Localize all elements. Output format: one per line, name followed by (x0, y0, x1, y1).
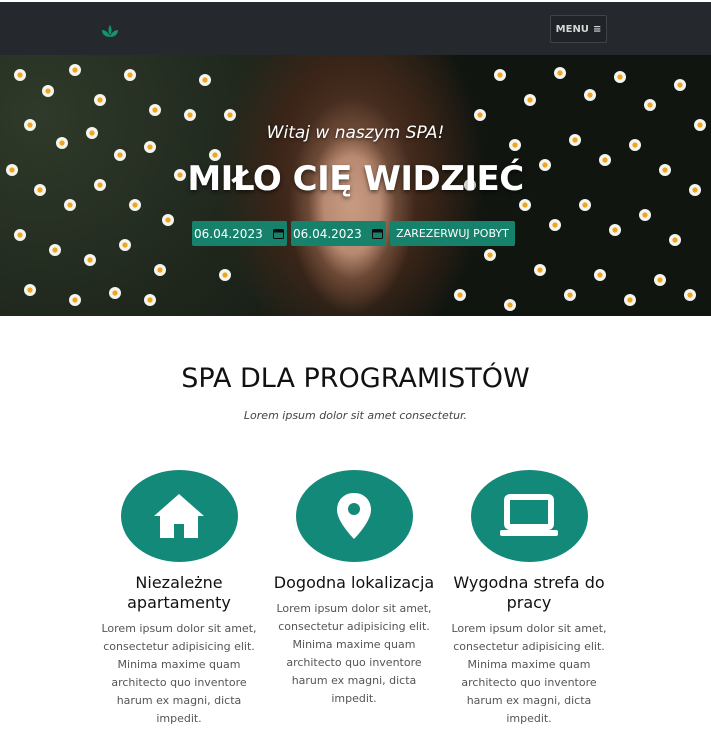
section-subtitle: Lorem ipsum dolor sit amet consectetur. (243, 409, 468, 422)
feature-text: Lorem ipsum dolor sit amet, consectetur … (101, 622, 257, 725)
feature-title: Wygodna strefa do pracy (453, 573, 605, 612)
date-to-input[interactable]: 06.04.2023 (291, 221, 386, 246)
feature-icon-circle (295, 470, 413, 562)
hero-welcome-text: Witaj w naszym SPA! (266, 123, 445, 143)
feature-icon-circle (470, 470, 588, 562)
leaf-logo-icon[interactable] (101, 24, 119, 38)
date-from-value: 06.04.2023 (194, 226, 263, 241)
book-stay-button[interactable]: ZAREZERWUJ POBYT (390, 221, 515, 246)
feature-text: Lorem ipsum dolor sit amet, consectetur … (276, 602, 432, 705)
laptop-icon (500, 494, 558, 536)
map-pin-icon (337, 493, 371, 539)
house-icon (154, 494, 204, 538)
feature-title: Niezależne apartamenty (127, 573, 231, 612)
calendar-icon[interactable] (372, 228, 383, 239)
date-to-value: 06.04.2023 (293, 226, 362, 241)
feature-text: Lorem ipsum dolor sit amet, consectetur … (451, 622, 607, 725)
menu-label: MENU (555, 23, 589, 35)
feature-item: Wygodna strefa do pracy Lorem ipsum dolo… (444, 470, 614, 728)
feature-item: Niezależne apartamenty Lorem ipsum dolor… (94, 470, 264, 728)
feature-title: Dogodna lokalizacja (273, 573, 435, 592)
date-from-input[interactable]: 06.04.2023 (192, 221, 287, 246)
top-navbar: MENU ≡ (0, 0, 711, 55)
feature-icon-circle (120, 470, 238, 562)
section-title: SPA DLA PROGRAMISTÓW (181, 363, 530, 394)
menu-button[interactable]: MENU ≡ (550, 15, 607, 43)
hero-banner: Witaj w naszym SPA! MIŁO CIĘ WIDZIEĆ 06.… (0, 55, 711, 316)
hero-title: MIŁO CIĘ WIDZIEĆ (187, 159, 524, 199)
hamburger-icon: ≡ (592, 23, 602, 35)
calendar-icon[interactable] (273, 228, 284, 239)
hero-content: Witaj w naszym SPA! MIŁO CIĘ WIDZIEĆ 06.… (0, 55, 711, 316)
booking-form: 06.04.2023 06.04.2023 ZAREZERWUJ POBYT (192, 221, 515, 246)
feature-item: Dogodna lokalizacja Lorem ipsum dolor si… (269, 470, 439, 708)
